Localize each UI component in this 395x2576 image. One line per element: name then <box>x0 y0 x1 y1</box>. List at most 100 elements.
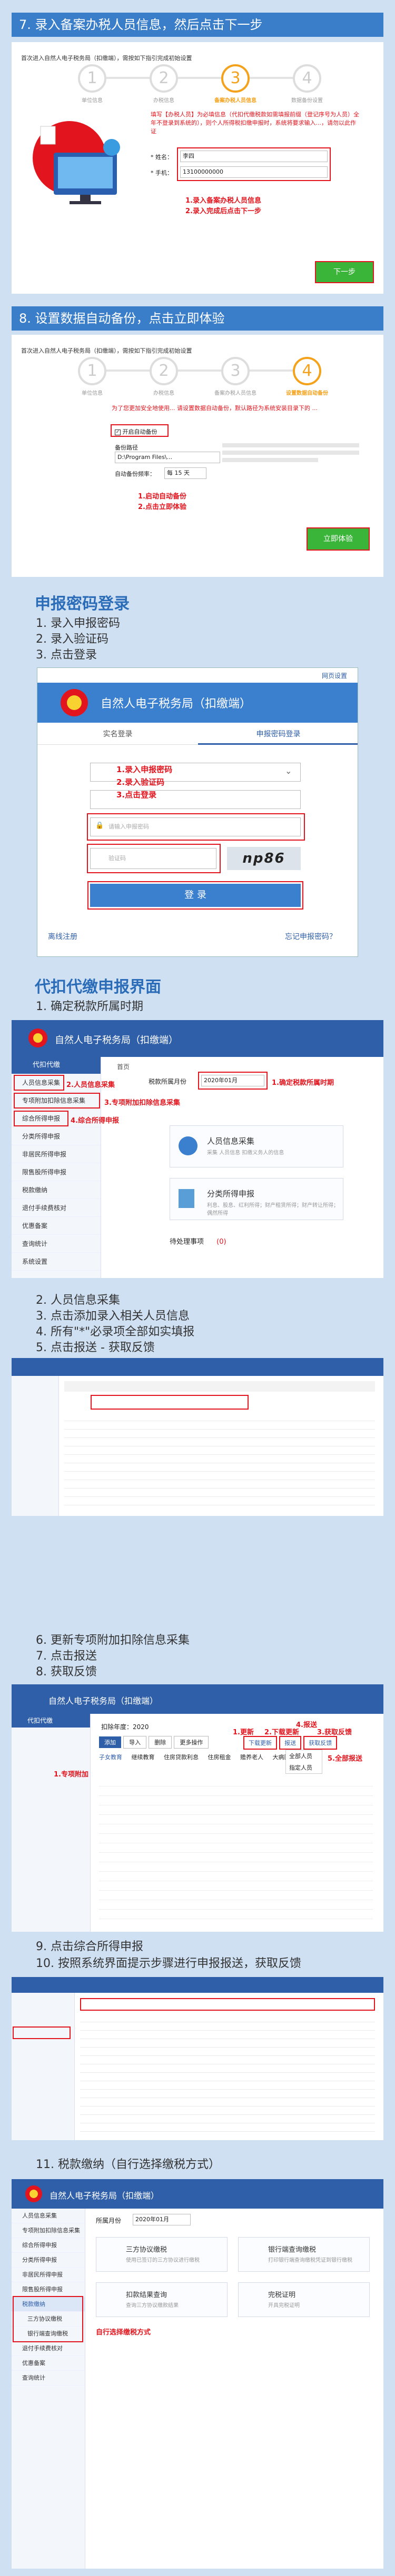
login-banner: 自然人电子税务局（扣缴端） <box>37 683 358 723</box>
special-annot-2: 2.下载更新 <box>264 1729 299 1736</box>
sidebar-item-restricted[interactable]: 限售股所得申报 <box>12 2282 85 2297</box>
tax-period-select[interactable]: 2020年01月 <box>133 2214 191 2225</box>
step7-circle-2: 2 <box>150 64 178 93</box>
special-annot-6: 1.专项附加 <box>54 1771 88 1779</box>
step7-notice: 填写【办税人员】为必填信息（代扣代缴税款如需填报前缀（登记序号为人员）全年不登录… <box>151 111 359 135</box>
special-annot-3: 3.获取反馈 <box>317 1729 352 1736</box>
people-step-3: 3. 点击添加录入相关人员信息 <box>36 1310 190 1323</box>
people-step-4: 4. 所有"*"必录项全部如实填报 <box>36 1325 195 1339</box>
download-update-button[interactable]: 下载更新 <box>243 1736 277 1750</box>
login-app-title: 自然人电子税务局（扣缴端） <box>101 697 252 711</box>
experience-button[interactable]: 立即体验 <box>307 527 370 551</box>
forgot-password-link[interactable]: 忘记申报密码？ <box>285 931 337 942</box>
chevron-down-icon[interactable]: ⌄ <box>285 766 292 776</box>
card-certificate-sub: 开具完税证明 <box>268 2303 300 2309</box>
freq-select[interactable]: 每 15 天 <box>164 467 206 479</box>
phone-label: * 手机： <box>151 169 173 176</box>
menu-all-people[interactable]: 全部人员 <box>286 1750 322 1762</box>
withhold-titlebar: 自然人电子税务局（扣缴端） <box>12 1020 383 1057</box>
todo-row[interactable]: 待处理事项 (0) <box>170 1236 226 1246</box>
card-bank[interactable]: 银行端查询缴税 打印银行端查询缴税凭证到银行缴税 <box>238 2237 370 2272</box>
sidebar-item-special[interactable]: 专项附加扣除信息采集 <box>12 2223 85 2238</box>
card-certificate[interactable]: 完税证明 开具完税证明 <box>238 2282 370 2317</box>
login-button[interactable]: 登 录 <box>87 881 303 910</box>
special-annot-1: 1.更新 <box>233 1729 254 1736</box>
right-buttons: 下载更新 报送 获取反馈 <box>243 1736 338 1750</box>
withhold-app-title: 自然人电子税务局（扣缴端） <box>55 1035 178 1046</box>
card-classified-sub: 利息、股息、红利所得；财产租赁所得；财产转让所得；偶然所得 <box>207 1203 339 1216</box>
special-annot-5: 5.全部报送 <box>328 1755 362 1763</box>
tab-password[interactable]: 申报密码登录 <box>198 724 358 745</box>
card-result-title: 扣款结果查询 <box>126 2291 167 2299</box>
sidebar-item-settings[interactable]: 系统设置 <box>12 1253 101 1271</box>
import-button[interactable]: 导入 <box>123 1736 147 1749</box>
sidebar-item-classified[interactable]: 分类所得申报 <box>12 2253 85 2268</box>
withhold-annot-4: 4.综合所得申报 <box>71 1117 119 1125</box>
sidebar-item-classified[interactable]: 分类所得申报 <box>12 1127 101 1145</box>
path-label: 备份路径 <box>115 444 138 451</box>
settings-link[interactable]: 网页设置 <box>322 671 347 680</box>
sidebar-item-query[interactable]: 查询统计 <box>12 1235 101 1253</box>
computer-illustration <box>33 116 133 216</box>
person-icon <box>179 1136 197 1155</box>
comprehensive-highlight-side <box>13 2026 71 2039</box>
step8-label-3: 备案办税人员信息 <box>214 391 256 396</box>
step8-hint: 为了您更加安全地使用... 请设置数据自动备份，默认路径为系统安装目录下的 ..… <box>112 405 318 412</box>
withhold-window: 自然人电子税务局（扣缴端） 代扣代缴 人员信息采集 专项附加扣除信息采集 综合所… <box>12 1020 383 1278</box>
backup-highlight <box>111 424 169 437</box>
sidebar-item-nonresident[interactable]: 非居民所得申报 <box>12 2268 85 2282</box>
emblem-icon <box>61 689 88 716</box>
login-annot-2: 2.录入验证码 <box>116 777 165 787</box>
card-result[interactable]: 扣款结果查询 查询三方协议缴款结果 <box>96 2282 228 2317</box>
sidebar-item-comprehensive[interactable]: 综合所得申报 <box>12 2238 85 2253</box>
step11-title: 11. 税款缴纳（自行选择缴税方式） <box>36 2158 220 2171</box>
step7-annot-1: 1.录入备案办税人员信息 <box>185 197 261 205</box>
computer-icon <box>33 121 120 204</box>
tab-rent[interactable]: 住房租金 <box>208 1753 231 1761</box>
sidebar-highlight-1 <box>14 1075 64 1091</box>
next-button[interactable]: 下一步 <box>315 261 374 283</box>
sidebar-item-preferential[interactable]: 优惠备案 <box>12 2356 85 2371</box>
card-people[interactable]: 人员信息采集 采集 人员信息 扣缴义务人的信息 <box>170 1125 343 1167</box>
tab-realname[interactable]: 实名登录 <box>37 724 198 745</box>
card-tripartite-sub: 使用已签订的三方协议进行缴税 <box>126 2258 200 2263</box>
comprehensive-sidebar <box>12 1993 75 2140</box>
card-result-sub: 查询三方协议缴款结果 <box>126 2303 179 2309</box>
captcha-image[interactable]: np86 <box>227 847 301 870</box>
submit-button[interactable]: 报送 <box>279 1736 302 1750</box>
sidebar-item-refund[interactable]: 退付手续费核对 <box>12 1199 101 1217</box>
special-titlebar: 自然人电子税务局（扣缴端） <box>12 1684 383 1714</box>
login-title: 申报密码登录 <box>35 595 130 613</box>
step8-annot-2: 2.点击立即体验 <box>138 503 186 511</box>
special-buttons: 添加 导入 删除 更多操作 <box>99 1736 209 1749</box>
path-field[interactable]: D:\Program Files\... <box>115 452 220 463</box>
sidebar-item-query[interactable]: 查询统计 <box>12 2371 85 2385</box>
login-step-3: 3. 点击登录 <box>36 648 97 662</box>
tab-children[interactable]: 子女教育 <box>99 1753 122 1761</box>
card-classified[interactable]: 分类所得申报 利息、股息、红利所得；财产租赁所得；财产转让所得；偶然所得 <box>170 1178 343 1220</box>
feedback-button[interactable]: 获取反馈 <box>303 1736 338 1750</box>
delete-button[interactable]: 删除 <box>149 1736 172 1749</box>
withhold-annot-2: 2.人员信息采集 <box>66 1081 115 1089</box>
people-table <box>64 1413 375 1507</box>
add-button[interactable]: 添加 <box>99 1736 121 1748</box>
sidebar-item-people[interactable]: 人员信息采集 <box>12 2209 85 2223</box>
menu-selected-people[interactable]: 指定人员 <box>286 1762 322 1773</box>
sidebar-item-tax-pay[interactable]: 税款缴纳 <box>12 1181 101 1199</box>
step7-screenshot: 首次进入自然人电子税务局（扣缴端），需按如下指引完成初始设置 1 2 3 4 单… <box>12 42 383 294</box>
sidebar-item-nonresident[interactable]: 非居民所得申报 <box>12 1145 101 1163</box>
offline-register-link[interactable]: 离线注册 <box>48 931 77 942</box>
card-tripartite[interactable]: 三方协议缴税 使用已签订的三方协议进行缴税 <box>96 2237 228 2272</box>
more-button[interactable]: 更多操作 <box>174 1736 209 1749</box>
sidebar-item-refund[interactable]: 退付手续费核对 <box>12 2341 85 2356</box>
home-breadcrumb[interactable]: 首页 <box>117 1062 130 1071</box>
comprehensive-highlight-top <box>80 1998 375 2011</box>
tab-continue[interactable]: 继续教育 <box>132 1753 155 1761</box>
sidebar-item-preferential[interactable]: 优惠备案 <box>12 1217 101 1235</box>
step-line <box>91 370 312 372</box>
step7-circle-3: 3 <box>221 64 250 93</box>
tab-mortgage[interactable]: 住房贷款利息 <box>164 1753 199 1761</box>
sidebar-item-restricted[interactable]: 限售股所得申报 <box>12 1163 101 1181</box>
tab-elderly[interactable]: 赡养老人 <box>240 1753 263 1761</box>
card-tripartite-title: 三方协议缴税 <box>126 2246 167 2254</box>
